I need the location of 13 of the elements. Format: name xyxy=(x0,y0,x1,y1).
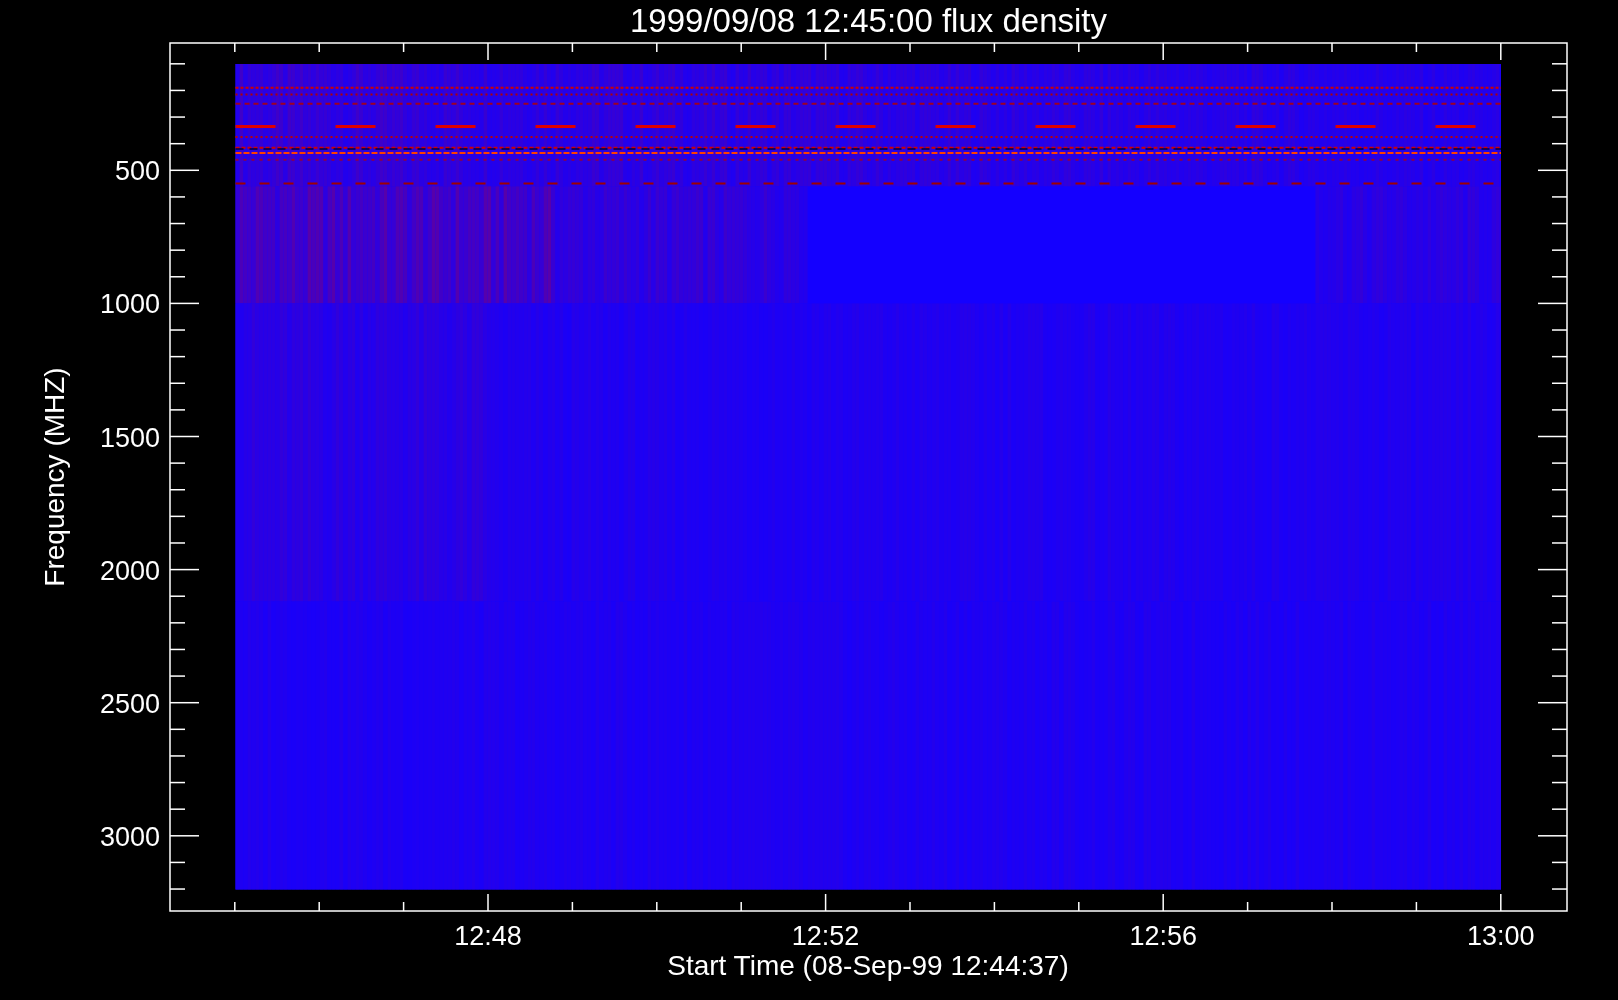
chart-title: 1999/09/08 12:45:00 flux density xyxy=(630,2,1107,39)
y-tick-label: 2500 xyxy=(99,688,160,719)
y-tick-label: 500 xyxy=(114,156,160,187)
y-tick-label: 2000 xyxy=(99,555,160,586)
x-tick-label: 12:52 xyxy=(791,921,860,951)
y-tick-label: 1000 xyxy=(99,289,160,320)
x-tick-label: 12:48 xyxy=(454,921,522,951)
x-tick-label: 12:56 xyxy=(1129,921,1197,951)
y-tick-label: 1500 xyxy=(99,422,160,453)
y-tick-label: 3000 xyxy=(99,821,160,852)
y-axis-label: Frequency (MHZ) xyxy=(39,367,70,587)
x-tick-label: 13:00 xyxy=(1467,921,1535,951)
x-axis-label: Start Time (08-Sep-99 12:44:37) xyxy=(667,950,1069,981)
